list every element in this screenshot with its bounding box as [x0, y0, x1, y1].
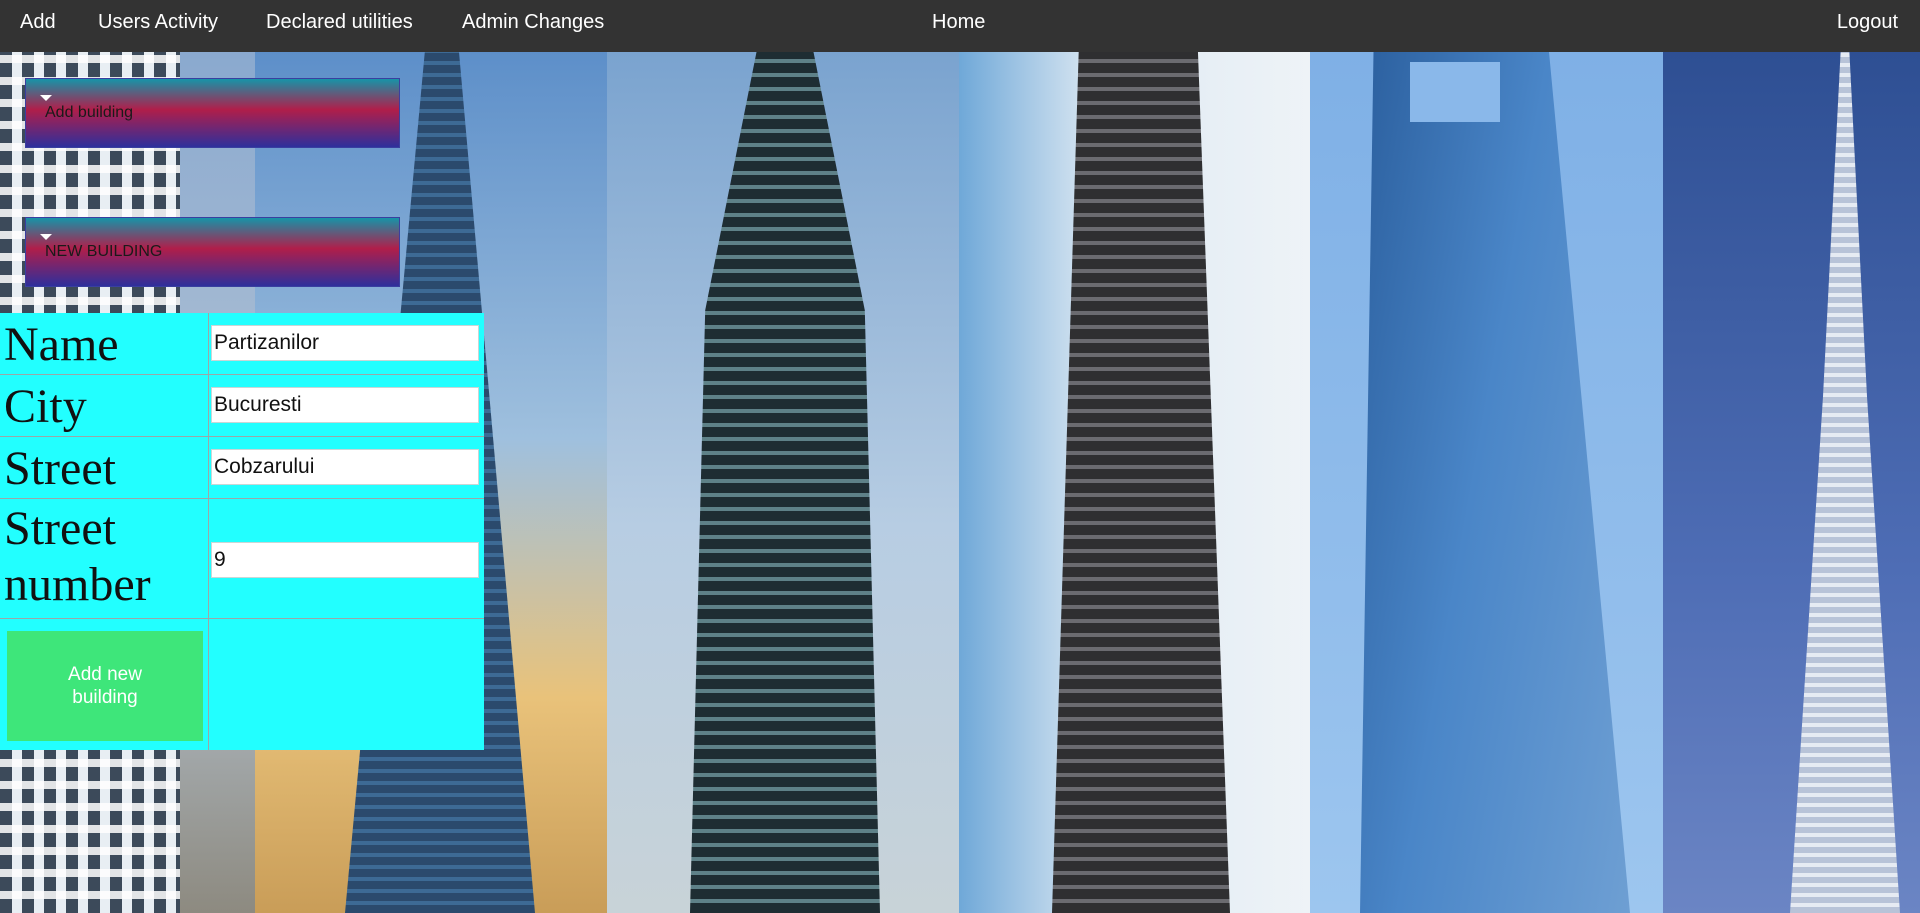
new-building-toggle-label: NEW BUILDING: [45, 243, 163, 260]
nav-link-home[interactable]: Home: [932, 0, 985, 52]
form-row-submit: Add new building: [0, 619, 484, 750]
street-number-label: Street number: [4, 502, 151, 611]
new-building-toggle[interactable]: NEW BUILDING: [25, 217, 400, 287]
name-input[interactable]: [211, 325, 479, 361]
new-building-form: Name City Street Street number Add new b…: [0, 313, 484, 750]
skyscraper-photo-4: [959, 52, 1310, 913]
city-label: City: [4, 380, 87, 433]
form-row-name: Name: [0, 313, 484, 375]
nav-link-add[interactable]: Add: [20, 0, 56, 52]
skyscraper-photo-3: [607, 52, 959, 913]
nav-link-logout[interactable]: Logout: [1837, 0, 1898, 52]
nav-link-users-activity[interactable]: Users Activity: [98, 0, 218, 52]
street-input[interactable]: [211, 449, 479, 485]
add-building-toggle-label: Add building: [45, 104, 134, 121]
form-row-street-number: Street number: [0, 499, 484, 619]
street-number-input[interactable]: [211, 542, 479, 578]
add-building-toggle[interactable]: Add building: [25, 78, 400, 148]
nav-link-declared-utilities[interactable]: Declared utilities: [266, 0, 413, 52]
form-row-city: City: [0, 375, 484, 437]
street-label: Street: [4, 442, 116, 495]
city-input[interactable]: [211, 387, 479, 423]
nav-link-admin-changes[interactable]: Admin Changes: [462, 0, 604, 52]
skyscraper-photo-6: [1663, 52, 1920, 913]
top-navigation-bar: Add Users Activity Declared utilities Ad…: [0, 0, 1920, 52]
form-row-street: Street: [0, 437, 484, 499]
add-new-building-button[interactable]: Add new building: [7, 631, 203, 741]
caret-down-icon: [40, 234, 52, 240]
caret-down-icon: [40, 95, 52, 101]
name-label: Name: [4, 318, 119, 371]
skyscraper-photo-5: [1310, 52, 1663, 913]
